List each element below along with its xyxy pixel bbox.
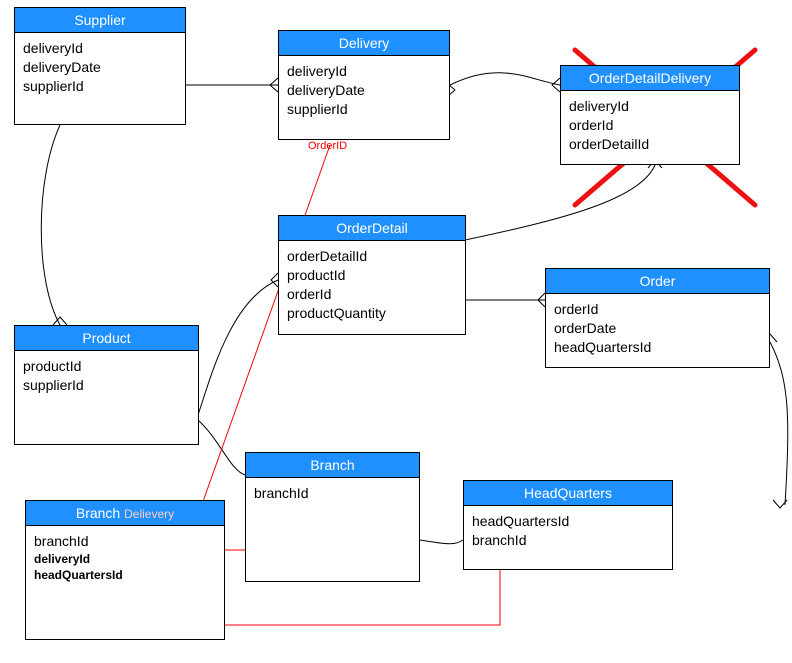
attr: supplierId	[23, 376, 190, 395]
attr: orderDate	[554, 319, 761, 338]
attr: productId	[23, 357, 190, 376]
attr: productQuantity	[287, 304, 457, 323]
attr: deliveryDate	[23, 58, 177, 77]
entity-orderdetaildelivery-title: OrderDetailDelivery	[561, 66, 739, 91]
entity-delivery-title: Delivery	[279, 31, 449, 56]
entity-branch: Branch branchId	[245, 452, 420, 582]
attr: productId	[287, 266, 457, 285]
entity-delivery-body: deliveryId deliveryDate supplierId	[279, 56, 449, 125]
entity-orderdetail: OrderDetail orderDetailId productId orde…	[278, 215, 466, 335]
attr: deliveryId	[23, 39, 177, 58]
entity-supplier-body: deliveryId deliveryDate supplierId	[15, 33, 185, 102]
attr: branchId	[34, 532, 216, 551]
entity-product: Product productId supplierId	[14, 325, 199, 445]
entity-branch-body: branchId	[246, 478, 419, 509]
attr: supplierId	[287, 100, 441, 119]
entity-branchdelivery-title-suffix: Delievery	[124, 507, 174, 521]
attr-deliveryid-added: deliveryId	[34, 551, 216, 567]
entity-branchdelivery-title: Branch Delievery	[26, 501, 224, 526]
entity-order-title: Order	[546, 269, 769, 294]
entity-product-title: Product	[15, 326, 198, 351]
entity-supplier-title: Supplier	[15, 8, 185, 33]
entity-headquarters-body: headQuartersId branchId	[464, 506, 672, 556]
entity-branchdelivery-body: branchId deliveryId headQuartersId	[26, 526, 224, 589]
entity-headquarters-title: HeadQuarters	[464, 481, 672, 506]
attr: orderDetailId	[569, 135, 731, 154]
entity-headquarters: HeadQuarters headQuartersId branchId	[463, 480, 673, 570]
entity-orderdetaildelivery-body: deliveryId orderId orderDetailId	[561, 91, 739, 160]
entity-orderdetail-body: orderDetailId productId orderId productQ…	[279, 241, 465, 329]
attr: deliveryDate	[287, 81, 441, 100]
entity-branchdelivery: Branch Delievery branchId deliveryId hea…	[25, 500, 225, 640]
entity-supplier: Supplier deliveryId deliveryDate supplie…	[14, 7, 186, 125]
entity-branch-title: Branch	[246, 453, 419, 478]
entity-orderdetail-title: OrderDetail	[279, 216, 465, 241]
entity-orderdetaildelivery: OrderDetailDelivery deliveryId orderId o…	[560, 65, 740, 165]
attr: supplierId	[23, 77, 177, 96]
attr: deliveryId	[287, 62, 441, 81]
delivery-orderid-annotation: OrderID	[308, 140, 347, 152]
attr: orderDetailId	[287, 247, 457, 266]
attr: branchId	[254, 484, 411, 503]
entity-branchdelivery-title-base: Branch	[76, 505, 120, 521]
attr: orderId	[569, 116, 731, 135]
attr: branchId	[472, 531, 664, 550]
attr: deliveryId	[569, 97, 731, 116]
attr: headQuartersId	[472, 512, 664, 531]
entity-order-body: orderId orderDate headQuartersId	[546, 294, 769, 363]
entity-delivery: Delivery deliveryId deliveryDate supplie…	[278, 30, 450, 140]
attr: orderId	[287, 285, 457, 304]
attr: headQuartersId	[554, 338, 761, 357]
entity-order: Order orderId orderDate headQuartersId	[545, 268, 770, 368]
attr: headQuartersId	[34, 567, 216, 583]
attr: orderId	[554, 300, 761, 319]
entity-product-body: productId supplierId	[15, 351, 198, 401]
